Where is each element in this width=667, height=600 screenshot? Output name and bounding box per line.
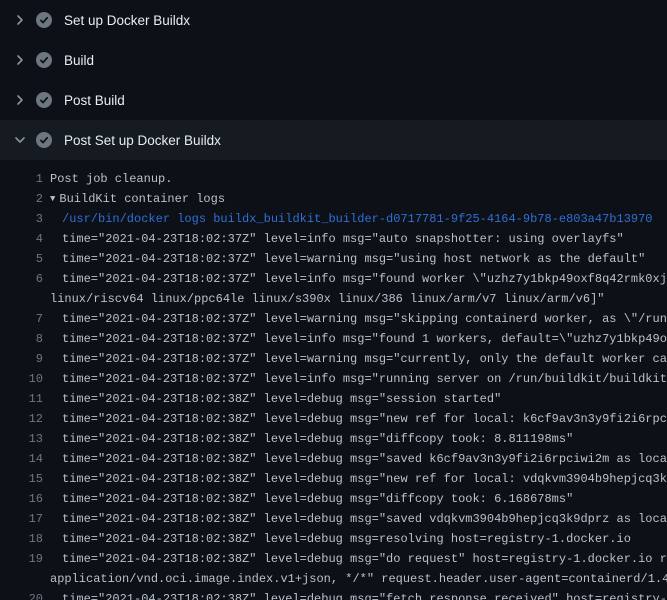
step-header-post-build[interactable]: Post Build (0, 80, 667, 120)
line-number[interactable]: 14 (0, 449, 43, 469)
step-header-post-set-up-docker-buildx[interactable]: Post Set up Docker Buildx (0, 120, 667, 160)
line-text: time="2021-04-23T18:02:37Z" level=warnin… (62, 309, 667, 329)
step-list: Set up Docker Buildx Build Post Build (0, 0, 667, 160)
log-line: 4 time="2021-04-23T18:02:37Z" level=info… (0, 229, 667, 249)
log-line: 5 time="2021-04-23T18:02:37Z" level=warn… (0, 249, 667, 269)
log-line: 9 time="2021-04-23T18:02:37Z" level=warn… (0, 349, 667, 369)
line-text: time="2021-04-23T18:02:37Z" level=info m… (62, 269, 667, 289)
line-text: time="2021-04-23T18:02:38Z" level=debug … (62, 529, 631, 549)
line-number[interactable]: 18 (0, 529, 43, 549)
line-text: time="2021-04-23T18:02:38Z" level=debug … (62, 509, 667, 529)
line-text: Post job cleanup. (50, 169, 172, 189)
log-lines: 1 Post job cleanup. 2 ▼ BuildKit contain… (0, 160, 667, 600)
line-number[interactable]: 6 (0, 269, 43, 289)
line-number[interactable]: 9 (0, 349, 43, 369)
log-line: 15 time="2021-04-23T18:02:38Z" level=deb… (0, 469, 667, 489)
log-line: 14 time="2021-04-23T18:02:38Z" level=deb… (0, 449, 667, 469)
step-header-build[interactable]: Build (0, 40, 667, 80)
log-line: 16 time="2021-04-23T18:02:38Z" level=deb… (0, 489, 667, 509)
check-circle-icon (36, 12, 52, 28)
chevron-down-icon (12, 132, 28, 148)
check-circle-icon (36, 52, 52, 68)
step-label: Set up Docker Buildx (64, 13, 190, 28)
log-line: 20 time="2021-04-23T18:02:38Z" level=deb… (0, 589, 667, 600)
line-number[interactable]: 12 (0, 409, 43, 429)
log-line: 8 time="2021-04-23T18:02:37Z" level=info… (0, 329, 667, 349)
line-text: time="2021-04-23T18:02:38Z" level=debug … (62, 389, 501, 409)
line-text: time="2021-04-23T18:02:38Z" level=debug … (62, 409, 667, 429)
line-number[interactable]: 13 (0, 429, 43, 449)
line-number[interactable]: 4 (0, 229, 43, 249)
line-text: linux/riscv64 linux/ppc64le linux/s390x … (50, 289, 605, 309)
line-number[interactable]: 7 (0, 309, 43, 329)
line-number[interactable]: 2 (0, 189, 43, 209)
line-text: time="2021-04-23T18:02:38Z" level=debug … (62, 429, 573, 449)
line-number[interactable]: 11 (0, 389, 43, 409)
line-number[interactable]: 1 (0, 169, 43, 189)
line-text: time="2021-04-23T18:02:37Z" level=warnin… (62, 249, 645, 269)
line-text: time="2021-04-23T18:02:38Z" level=debug … (62, 469, 667, 489)
log-line: 3 /usr/bin/docker logs buildx_buildkit_b… (0, 209, 667, 229)
log-line: 10 time="2021-04-23T18:02:37Z" level=inf… (0, 369, 667, 389)
log-line: 13 time="2021-04-23T18:02:38Z" level=deb… (0, 429, 667, 449)
line-number[interactable] (0, 289, 43, 309)
chevron-right-icon (12, 52, 28, 68)
line-number[interactable]: 10 (0, 369, 43, 389)
log-line: 17 time="2021-04-23T18:02:38Z" level=deb… (0, 509, 667, 529)
line-text: time="2021-04-23T18:02:37Z" level=info m… (62, 369, 667, 389)
line-text: time="2021-04-23T18:02:37Z" level=info m… (62, 329, 667, 349)
step-header-set-up-docker-buildx[interactable]: Set up Docker Buildx (0, 0, 667, 40)
log-line: 19 time="2021-04-23T18:02:38Z" level=deb… (0, 549, 667, 569)
line-number[interactable]: 20 (0, 589, 43, 600)
line-number[interactable] (0, 569, 43, 589)
log-line: 2 ▼ BuildKit container logs (0, 189, 667, 209)
line-text: /usr/bin/docker logs buildx_buildkit_bui… (62, 209, 653, 229)
line-text: application/vnd.oci.image.index.v1+json,… (50, 569, 667, 589)
actions-log-viewer: Set up Docker Buildx Build Post Build (0, 0, 667, 600)
check-circle-icon (36, 132, 52, 148)
line-text: time="2021-04-23T18:02:38Z" level=debug … (62, 449, 667, 469)
log-line: 7 time="2021-04-23T18:02:37Z" level=warn… (0, 309, 667, 329)
check-circle-icon (36, 92, 52, 108)
chevron-right-icon (12, 92, 28, 108)
chevron-right-icon (12, 12, 28, 28)
line-number[interactable]: 16 (0, 489, 43, 509)
log-line: 6 time="2021-04-23T18:02:37Z" level=info… (0, 269, 667, 289)
step-label: Post Set up Docker Buildx (64, 133, 221, 148)
line-text: time="2021-04-23T18:02:38Z" level=debug … (62, 589, 667, 600)
line-text: BuildKit container logs (59, 189, 225, 209)
log-line: 12 time="2021-04-23T18:02:38Z" level=deb… (0, 409, 667, 429)
line-number[interactable]: 15 (0, 469, 43, 489)
line-number[interactable]: 19 (0, 549, 43, 569)
line-text: time="2021-04-23T18:02:37Z" level=warnin… (62, 349, 667, 369)
line-number[interactable]: 5 (0, 249, 43, 269)
line-number[interactable]: 8 (0, 329, 43, 349)
line-number[interactable]: 17 (0, 509, 43, 529)
log-line: 11 time="2021-04-23T18:02:38Z" level=deb… (0, 389, 667, 409)
log-line: application/vnd.oci.image.index.v1+json,… (0, 569, 667, 589)
line-text: time="2021-04-23T18:02:38Z" level=debug … (62, 489, 573, 509)
line-text: time="2021-04-23T18:02:37Z" level=info m… (62, 229, 624, 249)
step-label: Post Build (64, 93, 125, 108)
log-line: linux/riscv64 linux/ppc64le linux/s390x … (0, 289, 667, 309)
log-line: 1 Post job cleanup. (0, 169, 667, 189)
log-line: 18 time="2021-04-23T18:02:38Z" level=deb… (0, 529, 667, 549)
group-toggle-icon[interactable]: ▼ (50, 189, 55, 209)
step-label: Build (64, 53, 94, 68)
line-number[interactable]: 3 (0, 209, 43, 229)
line-text: time="2021-04-23T18:02:38Z" level=debug … (62, 549, 667, 569)
